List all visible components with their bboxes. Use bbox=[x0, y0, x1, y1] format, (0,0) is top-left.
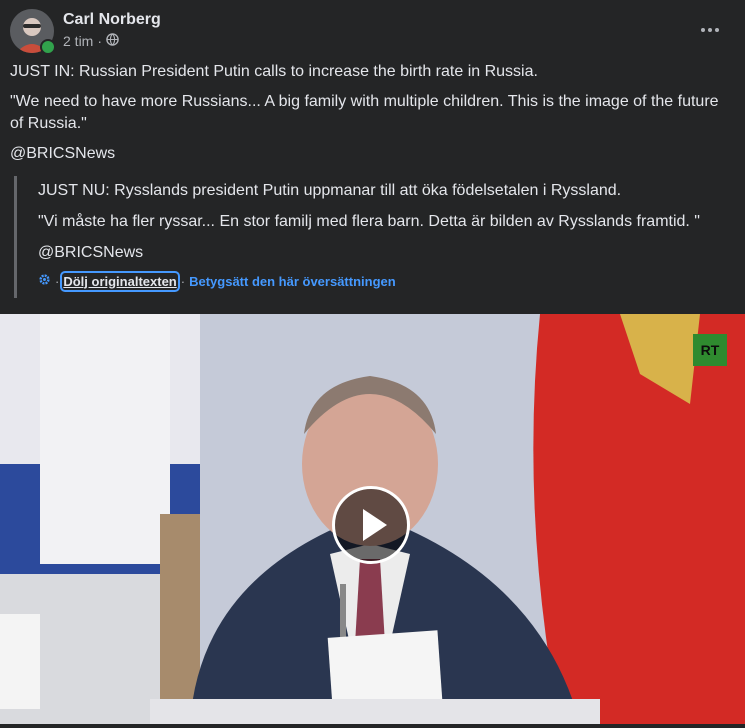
gear-icon[interactable] bbox=[38, 273, 51, 289]
more-options-icon[interactable] bbox=[699, 19, 721, 32]
post-header: Carl Norberg 2 tim · bbox=[10, 9, 735, 55]
post-timestamp[interactable]: 2 tim bbox=[63, 33, 93, 49]
translation-actions: · Dölj originaltexten · Betygsätt den hä… bbox=[38, 270, 396, 292]
post-text-line-3[interactable]: @BRICSNews bbox=[10, 143, 720, 165]
translation-line-3: @BRICSNews bbox=[38, 244, 144, 261]
translation-line-1: JUST NU: Rysslands president Putin uppma… bbox=[38, 182, 622, 199]
online-status-indicator bbox=[40, 39, 56, 55]
action-separator: · bbox=[180, 273, 186, 289]
rate-translation-link[interactable]: Betygsätt den här översättningen bbox=[189, 274, 396, 289]
post-text-line-2: "We need to have more Russians... A big … bbox=[10, 93, 719, 132]
post-text-line-1: JUST IN: Russian President Putin calls t… bbox=[10, 63, 538, 80]
translation-block: JUST NU: Rysslands president Putin uppma… bbox=[14, 176, 737, 298]
play-icon[interactable] bbox=[332, 486, 410, 564]
hide-original-link[interactable]: Dölj originaltexten bbox=[60, 270, 180, 292]
rt-watermark: RT bbox=[693, 334, 727, 366]
translation-line-2: "Vi måste ha fler ryssar... En stor fami… bbox=[38, 213, 700, 230]
globe-icon bbox=[106, 33, 119, 49]
meta-separator: · bbox=[97, 33, 103, 49]
video-player[interactable]: RT bbox=[0, 314, 745, 724]
post-meta: 2 tim · bbox=[63, 33, 119, 49]
author-name[interactable]: Carl Norberg bbox=[63, 11, 161, 29]
action-separator: · bbox=[55, 273, 60, 289]
